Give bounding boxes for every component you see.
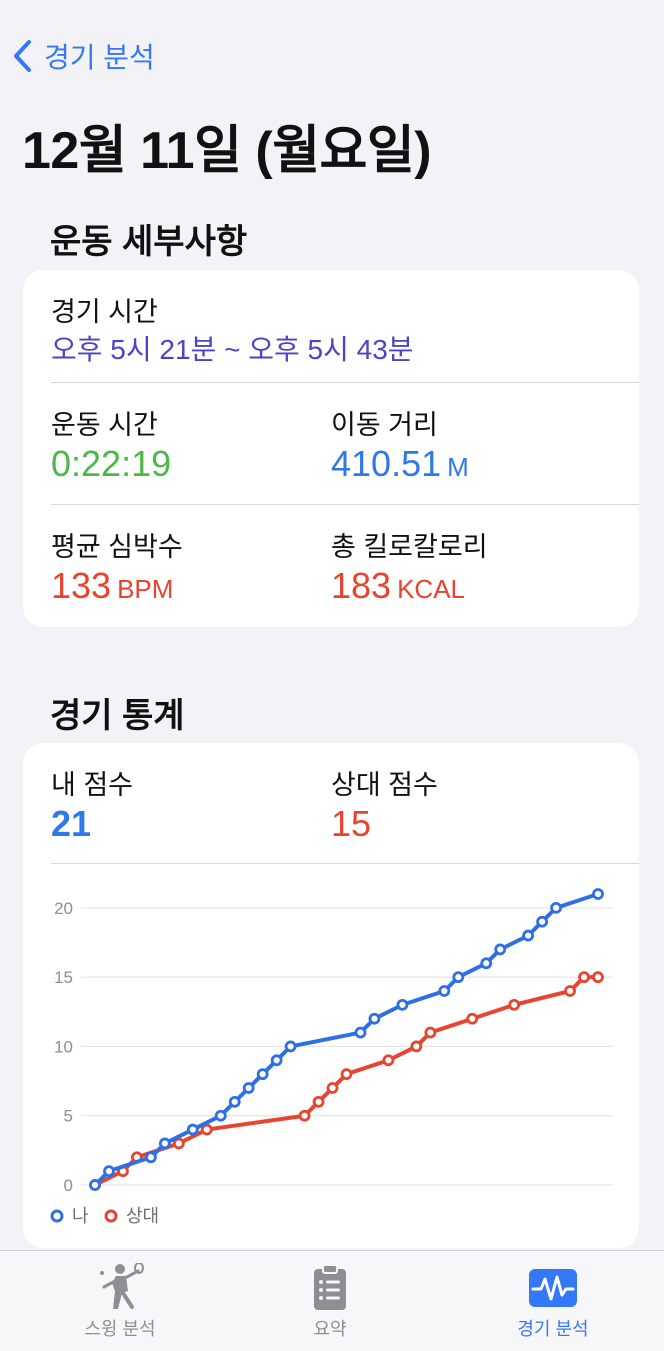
legend-label: 상대 [126,1206,159,1226]
data-point [284,1040,297,1053]
calories-value: 183 KCAL [331,565,465,606]
data-point [340,1068,353,1081]
workout-time-label: 운동 시간 [51,410,158,440]
divider [51,382,639,383]
series-line-1 [94,975,598,1187]
data-point [89,1179,101,1191]
data-point [298,1109,311,1122]
calories-unit: KCAL [397,574,465,604]
data-point [522,929,535,942]
data-point [564,985,576,997]
opp-score-value: 15 [331,803,372,844]
tab-label: 요약 [313,1319,347,1339]
data-point [158,1137,171,1150]
y-tick-label: 20 [54,899,73,918]
data-point [424,1026,437,1039]
distance-value: 410.51 M [331,443,469,484]
calories-label: 총 킬로칼로리 [331,532,488,562]
distance-label: 이동 거리 [331,410,438,440]
data-point [368,1012,381,1025]
data-point [578,971,590,984]
tab-swing-analysis[interactable]: 스윙 분석 [20,1261,220,1341]
details-card: 경기 시간 오후 5시 21분 ~ 오후 5시 43분 운동 시간 0:22:1… [23,270,639,627]
avg-hr-value: 133 BPM [51,565,174,606]
section-title-details: 운동 세부사항 [50,223,248,261]
back-label: 경기 분석 [44,42,155,73]
score-chart: 0 5 10 15 20 나 상대 [50,888,613,1226]
workout-time-value: 0:22:19 [51,443,172,484]
data-point [536,915,549,928]
legend-label: 나 [72,1206,89,1226]
data-point [438,985,451,997]
data-point [508,998,521,1011]
data-point [242,1082,255,1094]
stats-card: 내 점수 21 상대 점수 15 0 5 10 15 20 나 상대 [23,743,639,1248]
tab-game-analysis[interactable]: 경기 분석 [453,1261,653,1341]
section-title-stats: 경기 통계 [50,697,185,735]
y-tick-label: 15 [54,968,73,987]
tab-summary[interactable]: 요약 [230,1261,430,1341]
game-time-value: 오후 5시 21분 ~ 오후 5시 43분 [51,334,414,365]
tab-bar: 스윙 분석 요약 경기 분석 [0,1250,664,1351]
data-point [103,1165,115,1178]
badminton-player-icon [100,1263,144,1309]
y-tick-label: 10 [54,1037,73,1056]
back-button[interactable]: 경기 분석 [12,36,155,76]
data-point [144,1151,157,1164]
data-point [270,1054,283,1067]
data-point [480,957,493,970]
tab-label: 스윙 분석 [84,1319,156,1339]
data-point [326,1082,339,1094]
data-point [214,1109,227,1122]
page-title: 12월 11일 (월요일) [22,122,432,180]
y-tick-label: 5 [64,1107,73,1126]
data-point [494,943,507,956]
my-score-value: 21 [51,803,92,844]
clipboard-icon [314,1264,346,1310]
legend-marker [104,1209,118,1223]
chevron-left-icon [14,40,31,72]
data-point [256,1068,269,1081]
data-point [466,1012,479,1025]
divider [51,504,639,505]
data-point [354,1026,367,1039]
series-line-0 [93,892,599,1187]
my-score-label: 내 점수 [51,770,134,800]
tab-label: 경기 분석 [517,1319,589,1339]
data-point [592,971,604,984]
data-point [312,1095,325,1108]
divider [51,863,639,864]
data-point [592,888,604,900]
game-time-label: 경기 시간 [51,297,158,327]
data-point [228,1095,241,1108]
avg-hr-label: 평균 심박수 [51,532,183,562]
data-point [382,1054,395,1067]
data-point [186,1123,199,1136]
activity-icon [529,1269,577,1307]
data-point [410,1040,423,1053]
y-tick-label: 0 [64,1176,73,1195]
avg-hr-unit: BPM [117,574,174,604]
data-point [452,971,465,984]
opp-score-label: 상대 점수 [331,770,438,800]
data-point [396,998,409,1011]
data-point [550,901,562,914]
legend-marker [50,1209,64,1223]
distance-unit: M [447,452,469,482]
